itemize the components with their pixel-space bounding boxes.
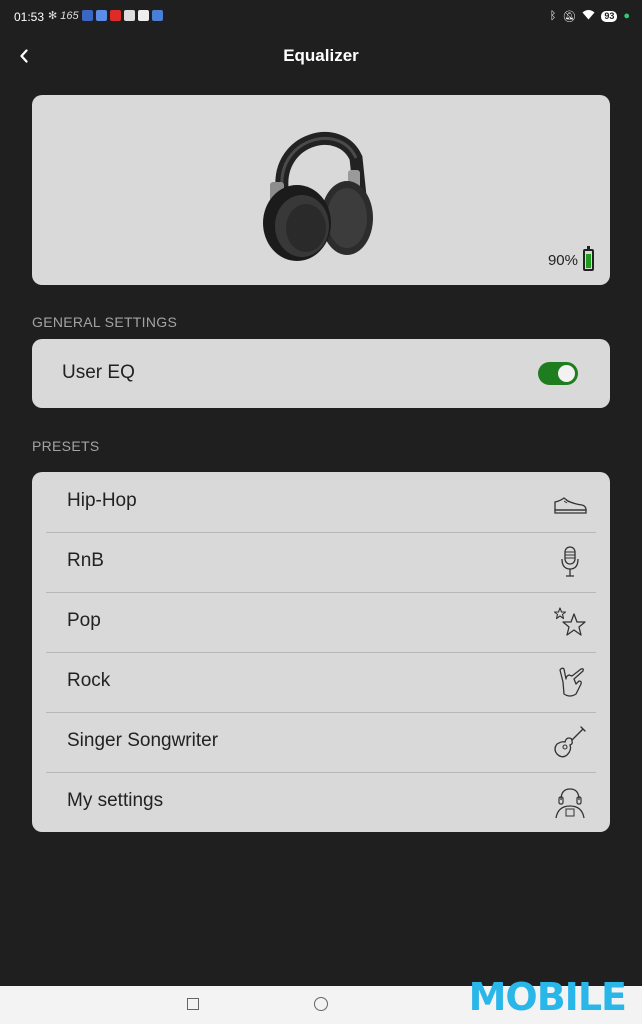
app-icon (123, 10, 135, 21)
watermark-logo: MOBILE (468, 975, 627, 1019)
preset-label: Pop (67, 610, 101, 631)
play-icon (151, 10, 163, 21)
chevron-left-icon (20, 49, 28, 63)
preset-item-rock[interactable]: Rock (32, 652, 610, 712)
presets-list: Hip-Hop RnB Pop Rock Singer Songwriter M… (32, 472, 610, 832)
presets-heading: PRESETS (32, 438, 100, 454)
chat-icon (137, 10, 149, 21)
headphone-user-icon (555, 788, 585, 819)
youtube-icon (109, 10, 121, 21)
status-system-icons: ᛒ 🔕︎ 93 ● (550, 9, 630, 23)
status-notification-icons: ✻ 165 (48, 9, 163, 22)
sneaker-icon (554, 497, 587, 514)
microphone-icon (561, 546, 579, 577)
preset-label: RnB (67, 550, 104, 571)
preset-label: My settings (67, 790, 164, 811)
fan-icon: ✻ (48, 10, 58, 22)
recents-icon[interactable] (187, 998, 199, 1010)
preset-item-singer-songwriter[interactable]: Singer Songwriter (32, 712, 610, 772)
page-title: Equalizer (283, 46, 359, 65)
preset-item-rnb[interactable]: RnB (32, 532, 610, 592)
status-time: 01:53 (14, 10, 45, 24)
general-settings-heading: GENERAL SETTINGS (32, 314, 178, 330)
user-eq-label: User EQ (62, 362, 135, 383)
rock-hand-icon (559, 667, 584, 697)
wifi-icon (582, 9, 595, 23)
preset-label: Singer Songwriter (67, 730, 219, 751)
stars-icon (553, 607, 586, 636)
status-bar: 01:53 ✻ 165 ᛒ 🔕︎ 93 ● (0, 0, 642, 34)
headphones-image (263, 132, 373, 261)
facebook-icon (81, 10, 93, 21)
charging-icon: ● (623, 10, 630, 22)
mute-icon: 🔕︎ (562, 10, 577, 23)
data-speed-icon: 165 (60, 9, 79, 22)
general-settings-card: User EQ (32, 339, 610, 408)
preset-label: Hip-Hop (67, 490, 137, 511)
user-eq-toggle[interactable] (538, 362, 578, 385)
preset-item-pop[interactable]: Pop (32, 592, 610, 652)
bluetooth-icon: ᛒ (549, 10, 557, 22)
preset-item-hip-hop[interactable]: Hip-Hop (32, 472, 610, 532)
preset-label: Rock (67, 670, 111, 691)
messenger-icon (95, 10, 107, 21)
guitar-icon (554, 726, 586, 758)
toggle-knob (558, 365, 575, 382)
home-icon[interactable] (314, 997, 328, 1011)
app-header: Equalizer (0, 36, 642, 76)
preset-item-my-settings[interactable]: My settings (32, 772, 610, 832)
back-button[interactable] (12, 42, 36, 70)
battery-icon: 93 (601, 10, 618, 22)
